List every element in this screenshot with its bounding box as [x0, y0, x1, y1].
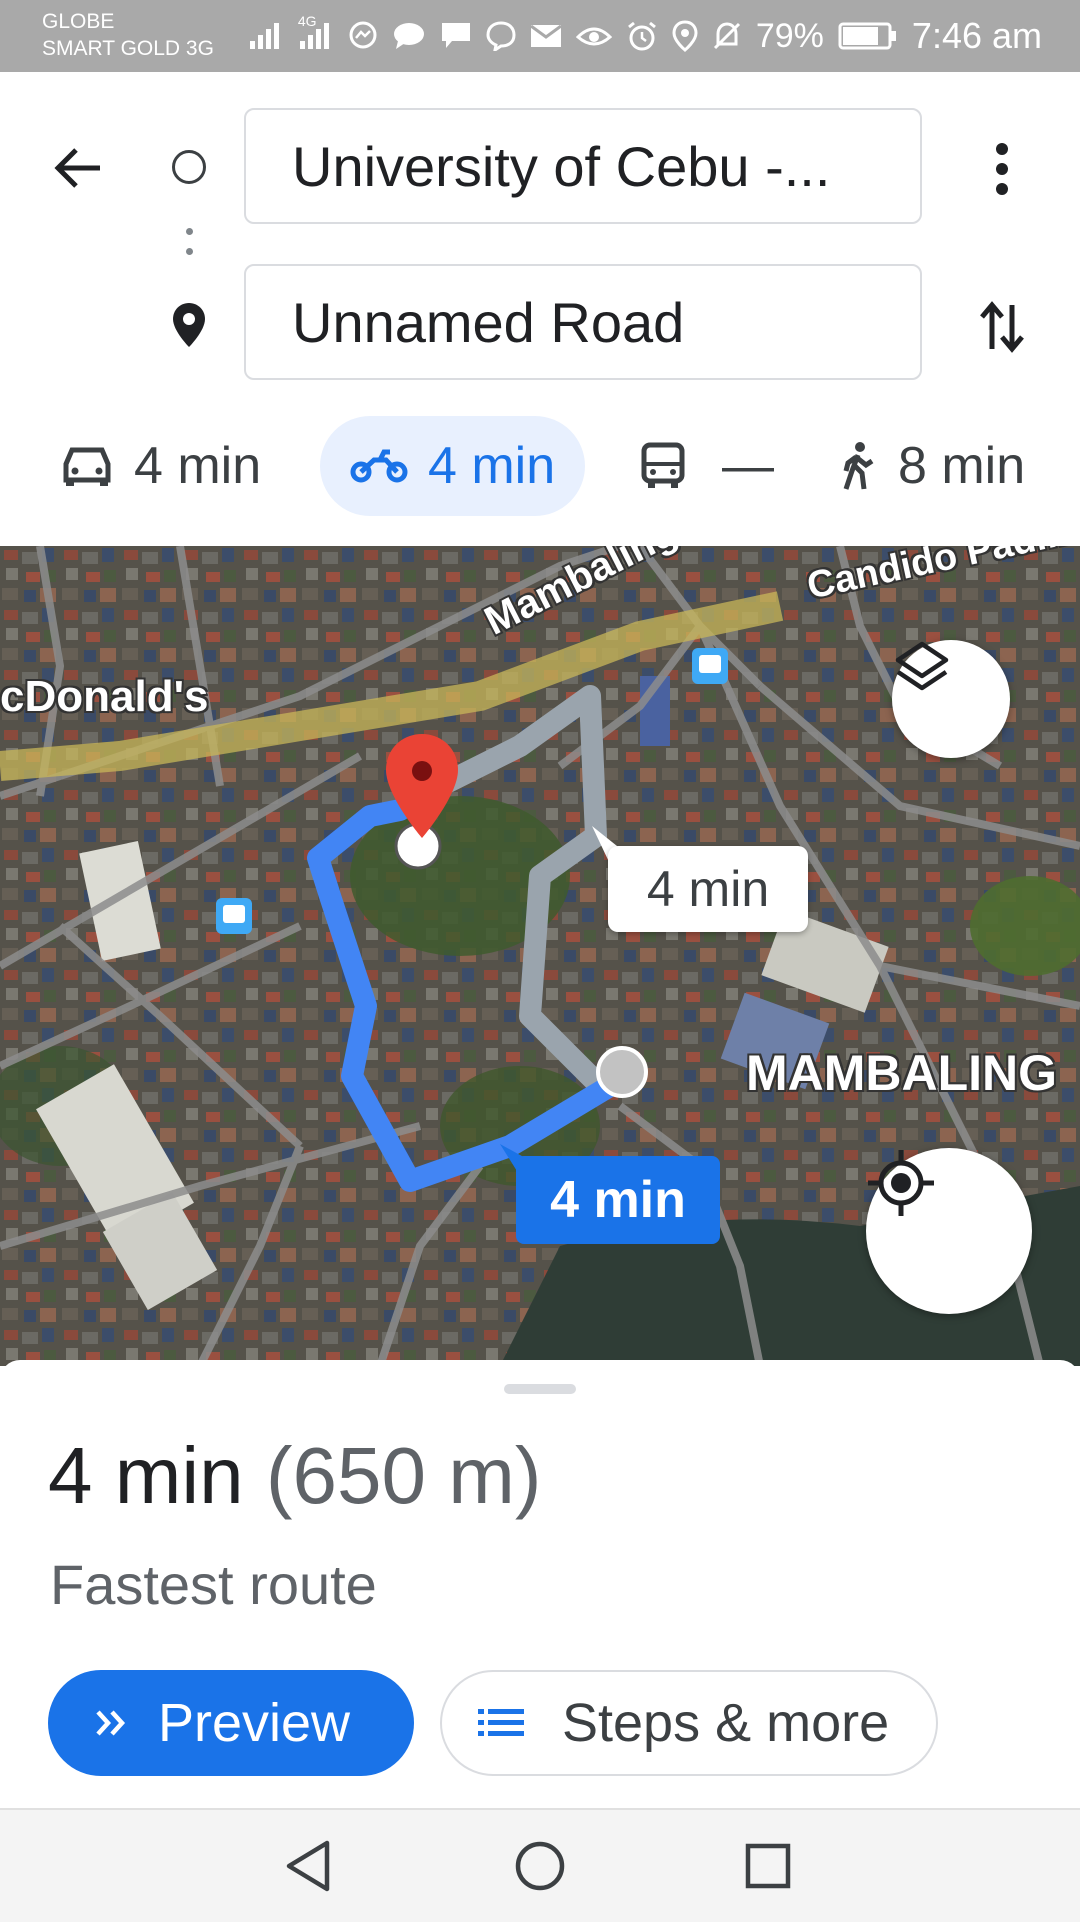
network-badge: 4G: [297, 13, 317, 29]
clock: 7:46 am: [911, 15, 1042, 56]
back-button[interactable]: [44, 134, 112, 202]
nav-back-button[interactable]: [272, 1830, 344, 1902]
nav-recents-button[interactable]: [732, 1830, 804, 1902]
route-dots-icon: [186, 228, 193, 268]
motorcycle-icon: [350, 449, 408, 483]
signal-icon: [248, 21, 284, 51]
messenger-icon: [348, 21, 378, 51]
nav-recents-square-icon: [745, 1843, 791, 1889]
message-icon: [440, 21, 472, 51]
walk-icon: [843, 442, 874, 490]
location-icon: [672, 20, 698, 52]
start-marker: [596, 1046, 648, 1098]
preview-button[interactable]: Preview: [48, 1670, 414, 1776]
battery-icon: [838, 21, 898, 51]
swap-vert-icon: [980, 301, 1024, 353]
chat-icon: [392, 21, 426, 51]
mode-transit[interactable]: —: [640, 416, 774, 516]
main-route-time-bubble[interactable]: 4 min: [516, 1156, 720, 1244]
battery-percent: 79%: [755, 16, 824, 55]
layers-button[interactable]: [892, 640, 1010, 758]
carrier-line-1: GLOBE: [42, 10, 115, 33]
viber-icon: [486, 21, 516, 51]
nav-home-button[interactable]: [504, 1830, 576, 1902]
alt-route-time-bubble[interactable]: 4 min: [608, 846, 808, 932]
mode-motorcycle[interactable]: 4 min: [320, 416, 586, 516]
status-bar: GLOBE SMART GOLD 3G 4G 79% 7:46 am: [0, 0, 1080, 72]
route-summary: 4 min (650 m): [48, 1430, 541, 1522]
double-chevron-icon: [96, 1710, 126, 1736]
mode-transit-label: —: [722, 437, 774, 495]
preview-label: Preview: [158, 1693, 351, 1753]
list-icon: [478, 1709, 524, 1736]
signal-4g-icon: 4G: [298, 13, 334, 51]
eye-icon: [575, 21, 612, 51]
carrier-info: GLOBE SMART GOLD 3G: [42, 8, 214, 62]
travel-mode-bar: 4 min 4 min — 8 min: [0, 416, 1080, 516]
arrow-back-icon: [54, 148, 100, 188]
steps-and-more-button[interactable]: Steps & more: [440, 1670, 938, 1776]
bus-stop-icon: [692, 648, 728, 684]
origin-marker-icon: [172, 150, 206, 184]
my-location-icon: [868, 1150, 934, 1216]
mode-walk[interactable]: 8 min: [838, 416, 1025, 516]
swap-button[interactable]: [972, 292, 1032, 362]
more-options-button[interactable]: [972, 134, 1032, 204]
my-location-button[interactable]: [866, 1148, 1032, 1314]
bus-stop-icon: [216, 898, 252, 934]
mode-motorcycle-label: 4 min: [428, 437, 556, 495]
mail-icon: [529, 23, 562, 49]
bell-off-icon: [712, 20, 742, 52]
carrier-line-2: SMART GOLD 3G: [42, 37, 214, 60]
origin-field[interactable]: University of Cebu -...: [244, 108, 922, 224]
destination-field[interactable]: Unnamed Road: [244, 264, 922, 380]
layers-icon: [895, 641, 949, 691]
mode-walk-label: 8 min: [898, 437, 1026, 495]
steps-label: Steps & more: [562, 1693, 890, 1753]
map-label-mcdonalds: cDonald's: [0, 672, 209, 721]
bus-icon: [641, 442, 685, 488]
mode-car-label: 4 min: [134, 437, 262, 495]
route-bottom-sheet: 4 min (650 m) Fastest route Preview Step…: [0, 1360, 1080, 1808]
route-subtitle: Fastest route: [50, 1553, 377, 1616]
map-label-mambaling: MAMBALING: [746, 1045, 1058, 1101]
mode-car[interactable]: 4 min: [60, 416, 261, 516]
route-distance: (650 m): [265, 1431, 542, 1520]
route-duration: 4 min: [48, 1431, 244, 1520]
nav-home-circle-icon: [515, 1841, 565, 1891]
system-nav-bar: [0, 1808, 1080, 1922]
map-view[interactable]: cDonald's Mambaling Fly Candido Padilla …: [0, 546, 1080, 1366]
destination-pin-icon: [172, 302, 206, 353]
nav-back-triangle-icon: [286, 1840, 330, 1892]
more-vert-icon: [996, 143, 1008, 195]
alarm-icon: [626, 20, 658, 52]
sheet-drag-handle[interactable]: [504, 1384, 576, 1394]
car-icon: [63, 447, 111, 486]
